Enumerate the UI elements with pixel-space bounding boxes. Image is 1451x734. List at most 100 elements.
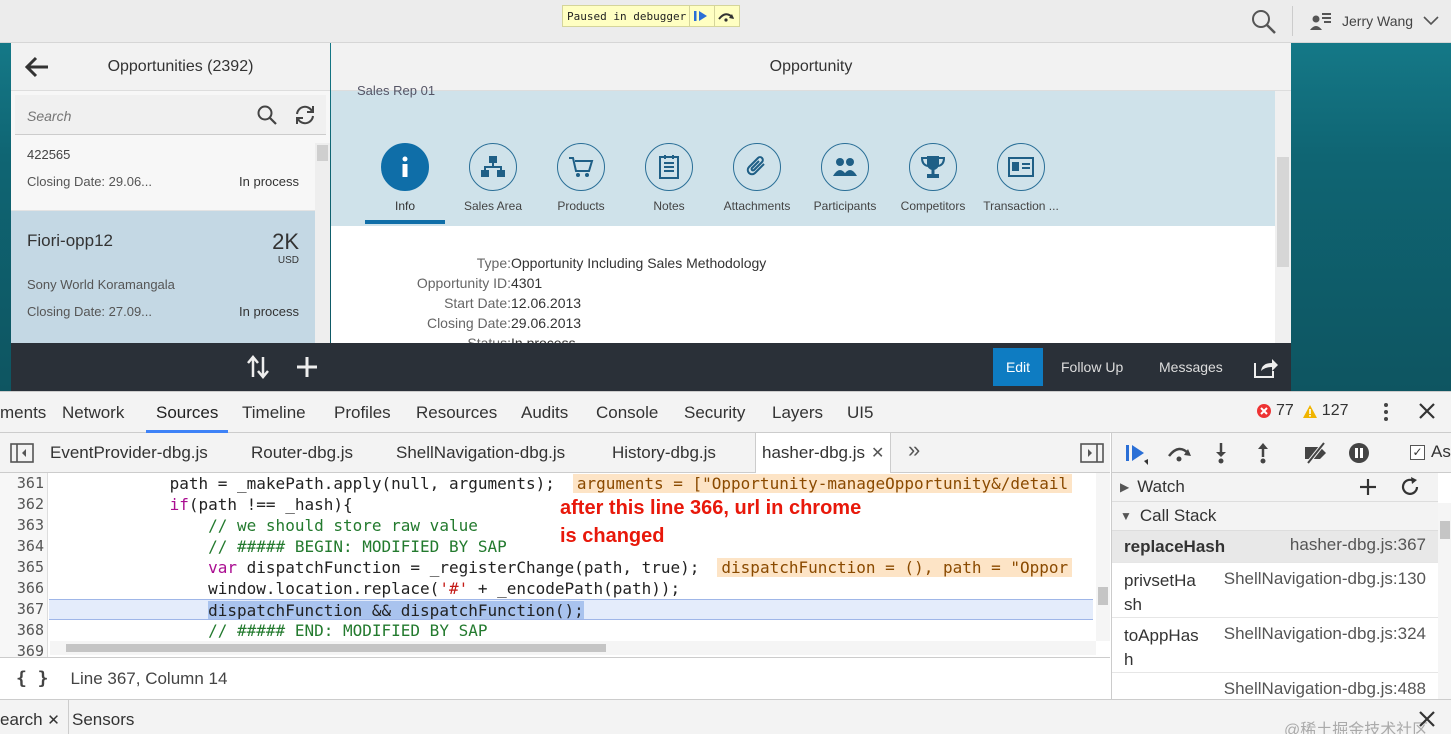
plus-icon	[1360, 479, 1376, 495]
tab-resources[interactable]: Resources	[416, 392, 497, 433]
file-tab-active[interactable]: hasher-dbg.js ✕	[755, 433, 892, 474]
refresh-watch-button[interactable]	[1398, 475, 1422, 499]
tab-timeline[interactable]: Timeline	[242, 392, 306, 433]
frame-location: hasher-dbg.js:367	[1289, 535, 1426, 554]
tab-audits[interactable]: Audits	[521, 392, 568, 433]
close-icon	[1419, 403, 1435, 419]
toggle-debugger-button[interactable]	[1080, 443, 1104, 463]
watch-section-header[interactable]: ▶ Watch	[1112, 473, 1438, 502]
add-watch-button[interactable]	[1356, 475, 1380, 499]
messages-button[interactable]: Messages	[1159, 348, 1223, 386]
shell-search-button[interactable]	[1250, 8, 1278, 36]
sidebar-scrollbar[interactable]	[1438, 503, 1451, 699]
tab-participants[interactable]: Participants	[801, 143, 889, 221]
tab-ui5[interactable]: UI5	[847, 392, 873, 433]
tab-profiles[interactable]: Profiles	[334, 392, 391, 433]
tab-sales-area[interactable]: Sales Area	[449, 143, 537, 221]
user-menu[interactable]: Jerry Wang	[1310, 9, 1439, 33]
call-frame[interactable]: toAppHash ShellNavigation-dbg.js:324	[1112, 618, 1438, 673]
pretty-print-button[interactable]: { }	[16, 668, 49, 689]
pause-on-exceptions-button[interactable]	[1346, 441, 1372, 465]
call-frame[interactable]: privsetHash ShellNavigation-dbg.js:130	[1112, 563, 1438, 618]
line-number[interactable]: 362	[0, 494, 44, 515]
step-into-button[interactable]	[1208, 441, 1234, 465]
edit-button[interactable]: Edit	[993, 348, 1043, 386]
line-number[interactable]: 364	[0, 536, 44, 557]
line-number[interactable]: 363	[0, 515, 44, 536]
checkbox-checked[interactable]: ✓	[1410, 444, 1425, 460]
close-tab-icon[interactable]: ✕	[871, 445, 884, 462]
call-frame-selected[interactable]: replaceHash hasher-dbg.js:367	[1112, 531, 1438, 563]
tab-info[interactable]: Info	[361, 143, 449, 221]
step-over-button[interactable]	[1166, 441, 1192, 465]
tab-competitors[interactable]: Competitors	[889, 143, 977, 221]
tab-layers[interactable]: Layers	[772, 392, 823, 433]
file-tab[interactable]: History-dbg.js	[612, 433, 716, 473]
code-vertical-scrollbar[interactable]	[1096, 473, 1110, 641]
more-options-button[interactable]	[1378, 402, 1394, 424]
back-button[interactable]	[23, 55, 51, 79]
tab-notes[interactable]: Notes	[625, 143, 713, 221]
more-tabs-button[interactable]: »	[908, 437, 920, 463]
line-number[interactable]: 366	[0, 578, 44, 599]
sort-button[interactable]	[244, 353, 272, 381]
list-item[interactable]: 422565 Closing Date: 29.06... In process	[11, 139, 315, 211]
refresh-icon	[1401, 477, 1419, 495]
resume-button[interactable]	[1124, 441, 1150, 465]
detail-title: Opportunity	[769, 58, 853, 75]
tab-console[interactable]: Console	[596, 392, 658, 433]
cart-icon	[569, 157, 594, 177]
error-warning-counter[interactable]: 77 127	[1256, 402, 1349, 420]
close-drawer-button[interactable]	[1416, 708, 1438, 730]
keyword: if	[169, 495, 189, 514]
line-number[interactable]: 368	[0, 620, 44, 641]
frame-location: ShellNavigation-dbg.js:130	[1223, 569, 1426, 588]
toggle-navigator-button[interactable]	[10, 443, 34, 463]
search-submit-button[interactable]	[255, 103, 279, 127]
line-number-gutter[interactable]: 361 362 363 364 365 366 367 368 369	[0, 473, 48, 657]
list-item-selected[interactable]: Fiori-opp12 2K USD Sony World Koramangal…	[11, 211, 315, 343]
code-editor[interactable]: 361 362 363 364 365 366 367 368 369 path…	[0, 473, 1110, 657]
file-tab[interactable]: ShellNavigation-dbg.js	[396, 433, 565, 473]
shell-separator	[1292, 6, 1293, 36]
line-number[interactable]: 369	[0, 641, 44, 657]
drawer-tab-sensors[interactable]: Sensors	[72, 700, 134, 734]
refresh-button[interactable]	[293, 103, 317, 127]
share-button[interactable]	[1253, 355, 1279, 379]
close-devtools-button[interactable]	[1416, 400, 1438, 422]
step-out-button[interactable]	[1250, 441, 1276, 465]
breakpoint-off-icon	[1305, 441, 1326, 465]
tab-sources[interactable]: Sources	[146, 392, 229, 433]
org-chart-icon	[481, 156, 505, 177]
line-number[interactable]: 367	[0, 599, 44, 620]
follow-up-button[interactable]: Follow Up	[1061, 348, 1123, 386]
step-over-button[interactable]	[714, 6, 736, 26]
panel-left-icon	[10, 443, 34, 463]
add-button[interactable]	[293, 353, 321, 381]
call-stack-section-header[interactable]: ▼ Call Stack	[1112, 502, 1438, 531]
close-tab-icon[interactable]: ✕	[47, 712, 60, 729]
file-tab[interactable]: Router-dbg.js	[251, 433, 353, 473]
line-number[interactable]: 361	[0, 473, 44, 494]
code-horizontal-scrollbar[interactable]	[50, 641, 1096, 655]
active-tab-indicator	[365, 220, 445, 224]
cursor-position: Line 367, Column 14	[70, 668, 228, 688]
call-frame[interactable]: ShellNavigation-dbg.js:488	[1112, 673, 1438, 699]
tab-attachments[interactable]: Attachments	[713, 143, 801, 221]
tab-products[interactable]: Products	[537, 143, 625, 221]
file-tab[interactable]: EventProvider-dbg.js	[50, 433, 208, 473]
code-text: path = _makePath.apply(null, arguments);	[54, 474, 555, 493]
tab-network[interactable]: Network	[62, 392, 124, 433]
tab-security[interactable]: Security	[684, 392, 745, 433]
tab-elements[interactable]: ments	[0, 392, 46, 433]
tab-transaction[interactable]: Transaction ...	[977, 143, 1065, 221]
async-checkbox[interactable]: ✓ Asy	[1410, 442, 1451, 462]
detail-scrollbar[interactable]	[1275, 91, 1291, 343]
master-scrollbar[interactable]	[315, 143, 330, 343]
search-input[interactable]	[27, 105, 227, 127]
line-number[interactable]: 365	[0, 557, 44, 578]
resume-button[interactable]	[689, 6, 711, 26]
deactivate-breakpoints-button[interactable]	[1302, 441, 1328, 465]
string-literal: '#'	[439, 579, 469, 598]
drawer-tab-search[interactable]: earch ✕	[0, 700, 69, 734]
